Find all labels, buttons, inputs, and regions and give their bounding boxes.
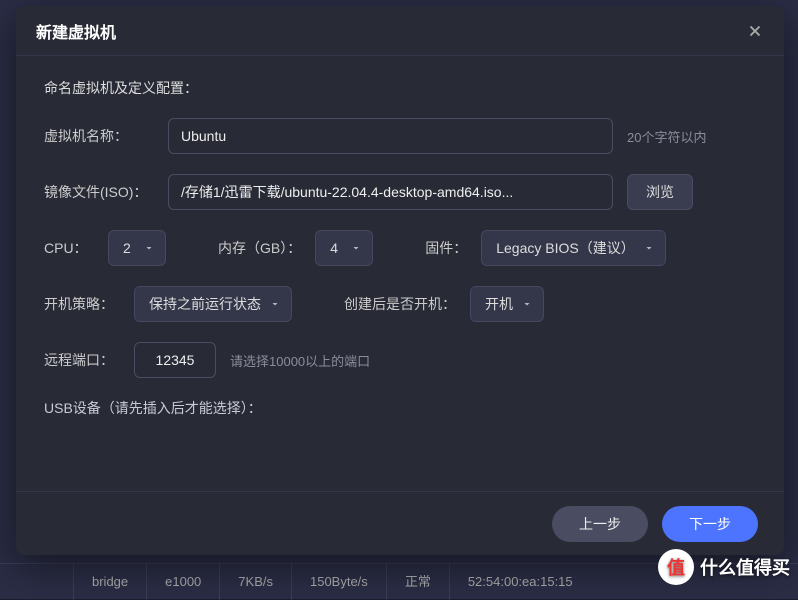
vm-name-label: 虚拟机名称： xyxy=(44,126,154,146)
row-port: 远程端口： 请选择10000以上的端口 xyxy=(44,342,756,378)
iso-label: 镜像文件(ISO)： xyxy=(44,182,154,202)
port-input[interactable] xyxy=(134,342,216,378)
chevron-down-icon xyxy=(521,298,533,310)
cpu-value: 2 xyxy=(123,240,131,256)
bg-cell: bridge xyxy=(74,564,147,600)
after-create-select[interactable]: 开机 xyxy=(470,286,544,322)
usb-label: USB设备（请先插入后才能选择）： xyxy=(44,398,262,418)
firmware-value: Legacy BIOS（建议） xyxy=(496,238,635,258)
iso-path-input[interactable] xyxy=(168,174,613,210)
browse-button[interactable]: 浏览 xyxy=(627,174,693,210)
modal-footer: 上一步 下一步 xyxy=(16,491,784,555)
boot-policy-select[interactable]: 保持之前运行状态 xyxy=(134,286,292,322)
section-title: 命名虚拟机及定义配置： xyxy=(44,78,756,98)
modal-body: 命名虚拟机及定义配置： 虚拟机名称： 20个字符以内 镜像文件(ISO)： 浏览… xyxy=(16,56,784,491)
prev-button[interactable]: 上一步 xyxy=(552,506,648,542)
chevron-down-icon xyxy=(143,242,155,254)
boot-policy-label: 开机策略： xyxy=(44,294,120,314)
watermark-logo: 值 xyxy=(658,549,694,585)
mem-select[interactable]: 4 xyxy=(315,230,373,266)
bg-cell: 7KB/s xyxy=(220,564,292,600)
firmware-label: 固件： xyxy=(425,238,467,258)
cpu-select[interactable]: 2 xyxy=(108,230,166,266)
row-vm-name: 虚拟机名称： 20个字符以内 xyxy=(44,118,756,154)
vm-name-input[interactable] xyxy=(168,118,613,154)
bg-cell: 正常 xyxy=(387,564,450,600)
mem-value: 4 xyxy=(330,240,338,256)
row-iso: 镜像文件(ISO)： 浏览 xyxy=(44,174,756,210)
modal-title: 新建虚拟机 xyxy=(36,19,116,43)
chevron-down-icon xyxy=(350,242,362,254)
after-create-label: 创建后是否开机： xyxy=(344,294,456,314)
vm-name-hint: 20个字符以内 xyxy=(627,127,706,146)
port-hint: 请选择10000以上的端口 xyxy=(230,351,370,370)
chevron-down-icon xyxy=(269,298,281,310)
close-icon[interactable] xyxy=(746,22,764,40)
next-button[interactable]: 下一步 xyxy=(662,506,758,542)
row-cpu-mem-fw: CPU： 2 内存（GB）： 4 固件： Legacy BIOS（建议） xyxy=(44,230,756,266)
row-boot: 开机策略： 保持之前运行状态 创建后是否开机： 开机 xyxy=(44,286,756,322)
create-vm-modal: 新建虚拟机 命名虚拟机及定义配置： 虚拟机名称： 20个字符以内 镜像文件(IS… xyxy=(16,6,784,555)
after-create-value: 开机 xyxy=(485,294,513,314)
cpu-label: CPU： xyxy=(44,238,94,258)
bg-cell: e1000 xyxy=(147,564,220,600)
chevron-down-icon xyxy=(643,242,655,254)
watermark: 值 什么值得买 xyxy=(658,549,790,585)
firmware-select[interactable]: Legacy BIOS（建议） xyxy=(481,230,666,266)
port-label: 远程端口： xyxy=(44,350,120,370)
modal-header: 新建虚拟机 xyxy=(16,6,784,56)
watermark-text: 什么值得买 xyxy=(700,554,790,580)
boot-policy-value: 保持之前运行状态 xyxy=(149,294,261,314)
row-usb: USB设备（请先插入后才能选择）： xyxy=(44,398,756,418)
mem-label: 内存（GB）： xyxy=(218,238,301,258)
bg-cell: 150Byte/s xyxy=(292,564,387,600)
